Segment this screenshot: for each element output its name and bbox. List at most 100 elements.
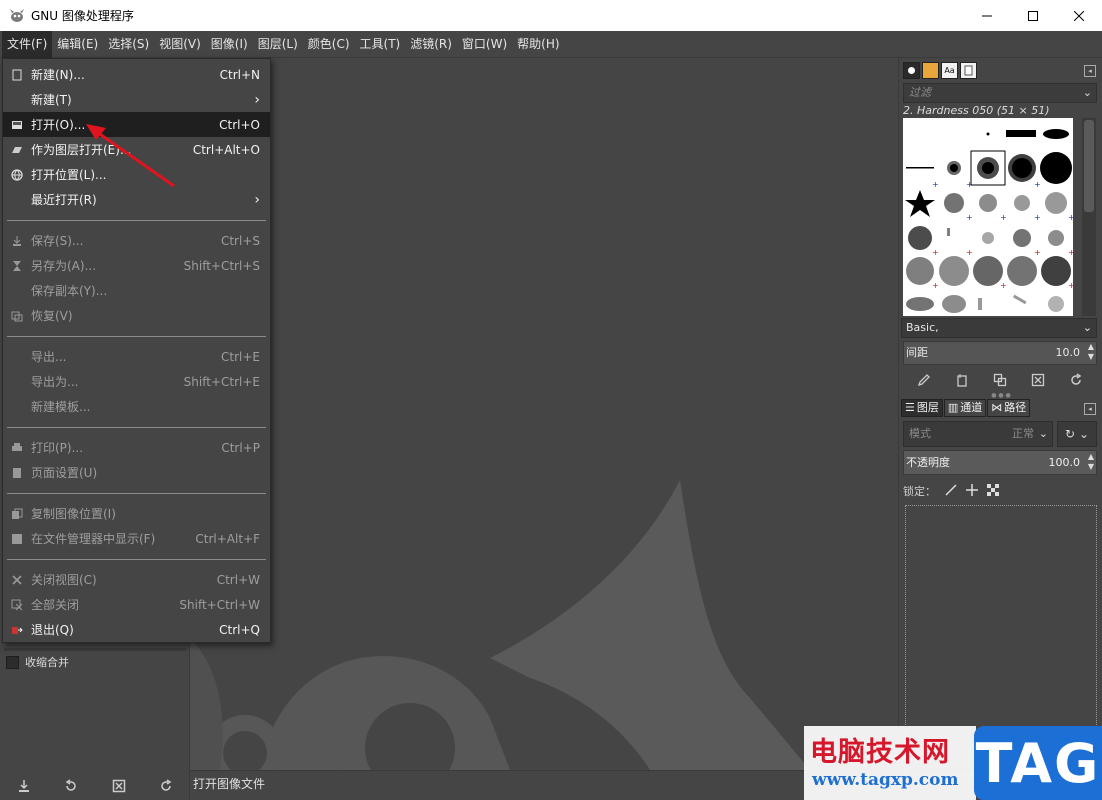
menu-item-4[interactable]: 图像(I): [206, 31, 253, 58]
brushes-tab[interactable]: [903, 62, 920, 79]
patterns-tab[interactable]: [922, 62, 939, 79]
file-menu-item-1-3[interactable]: 恢复(V): [3, 303, 270, 328]
file-menu-item-5-0[interactable]: 关闭视图(C) Ctrl+W: [3, 567, 270, 592]
svg-text:+: +: [966, 213, 973, 222]
file-menu-item-5-2[interactable]: 退出(Q) Ctrl+Q: [3, 617, 270, 642]
file-menu-item-0-0[interactable]: 新建(N)... Ctrl+N: [3, 62, 270, 87]
reset-tool-preset-icon[interactable]: [155, 775, 177, 797]
menu-item-shortcut: Ctrl+Alt+O: [192, 142, 260, 157]
svg-text:+: +: [1068, 213, 1073, 222]
file-menu-item-5-1[interactable]: 全部关闭 Shift+Ctrl+W: [3, 592, 270, 617]
chevron-down-icon: ⌄: [1038, 427, 1048, 440]
copy-location-icon: [10, 507, 24, 521]
menu-item-9[interactable]: 窗口(W): [457, 31, 512, 58]
opacity-value: 100.0: [1048, 456, 1081, 469]
merge-label: 收缩合并: [25, 656, 69, 669]
new-brush-icon[interactable]: [951, 369, 973, 391]
brush-scrollbar[interactable]: [1082, 118, 1096, 316]
restore-tool-preset-icon[interactable]: [60, 775, 82, 797]
menu-item-label: 打印(P)...: [31, 441, 84, 455]
file-menu-item-0-5[interactable]: 最近打开(R) ›: [3, 187, 270, 212]
menu-item-6[interactable]: 颜色(C): [303, 31, 355, 58]
merge-checkbox[interactable]: [6, 655, 19, 669]
merge-row[interactable]: 收缩合并: [6, 654, 69, 670]
fonts-tab[interactable]: Aa: [941, 62, 958, 79]
tab-paths[interactable]: ⋈ 路径: [987, 399, 1031, 417]
brush-filter-input[interactable]: 过滤 ⌄: [903, 83, 1097, 103]
document-history-tab[interactable]: [960, 62, 977, 79]
menu-item-shortcut: Ctrl+S: [220, 233, 260, 248]
lock-pixels-icon[interactable]: [945, 483, 957, 499]
layer-mode-select[interactable]: 模式 正常 ⌄: [903, 421, 1053, 447]
quit-icon: [10, 623, 24, 637]
menu-item-label: 新建(T): [31, 93, 72, 107]
menu-item-7[interactable]: 工具(T): [355, 31, 406, 58]
menu-item-0[interactable]: 文件(F): [2, 30, 53, 58]
file-manager-icon: [10, 532, 24, 546]
save-tool-preset-icon[interactable]: [13, 775, 35, 797]
menu-item-label: 保存(S)...: [31, 234, 84, 248]
gimp-app-icon: [9, 8, 25, 24]
spin-arrows-icon[interactable]: ▲ ▼: [1088, 452, 1094, 472]
brush-spacing-slider[interactable]: 间距 10.0 ▲ ▼: [903, 341, 1097, 365]
watermark-url: www.tagxp.com: [812, 770, 959, 790]
file-menu-item-2-0[interactable]: 导出... Ctrl+E: [3, 344, 270, 369]
file-menu-item-3-0[interactable]: 打印(P)... Ctrl+P: [3, 435, 270, 460]
brushes-panel-menu-icon[interactable]: ◂: [1084, 65, 1096, 77]
minimize-button[interactable]: [964, 0, 1010, 31]
wilber-background-graphic: [190, 480, 810, 770]
menu-item-5[interactable]: 图层(L): [253, 31, 303, 58]
delete-tool-preset-icon[interactable]: [108, 775, 130, 797]
menu-item-1[interactable]: 编辑(E): [52, 31, 103, 58]
menu-item-2[interactable]: 选择(S): [103, 31, 154, 58]
paths-icon: ⋈: [991, 401, 1003, 414]
menu-item-10[interactable]: 帮助(H): [512, 31, 564, 58]
close-button[interactable]: [1056, 0, 1102, 31]
file-menu-item-1-0[interactable]: 保存(S)... Ctrl+S: [3, 228, 270, 253]
menu-item-8[interactable]: 滤镜(R): [405, 31, 457, 58]
dock-separator-handle[interactable]: ● ● ●: [899, 392, 1102, 399]
composite-mode-button[interactable]: ↻ ⌄: [1057, 421, 1097, 447]
delete-brush-icon[interactable]: [1027, 369, 1049, 391]
file-menu-item-4-1[interactable]: 在文件管理器中显示(F) Ctrl+Alt+F: [3, 526, 270, 551]
file-menu-item-2-2[interactable]: 新建模板...: [3, 394, 270, 419]
file-menu-item-0-1[interactable]: 新建(T) ›: [3, 87, 270, 112]
menu-item-label: 导出...: [31, 350, 67, 364]
menu-item-label: 恢复(V): [31, 309, 73, 323]
globe-icon: [10, 168, 24, 182]
status-bar: 打开图像文件: [190, 770, 898, 800]
file-menu-item-4-0[interactable]: 复制图像位置(I): [3, 501, 270, 526]
edit-brush-icon[interactable]: [913, 369, 935, 391]
revert-icon: [10, 309, 24, 323]
selected-brush-name: 2. Hardness 050 (51 × 51): [903, 104, 1050, 117]
duplicate-brush-icon[interactable]: [989, 369, 1011, 391]
image-canvas[interactable]: [190, 58, 898, 770]
gimp-window: GNU 图像处理程序 文件(F) 编辑(E) 选择(S) 视图(V) 图像(I) 图层(L…: [0, 0, 1102, 800]
maximize-button[interactable]: [1010, 0, 1056, 31]
menu-item-label: 关闭视图(C): [31, 573, 97, 587]
menu-separator: [3, 551, 270, 567]
file-menu-item-2-1[interactable]: 导出为... Shift+Ctrl+E: [3, 369, 270, 394]
brush-preset-select[interactable]: Basic, ⌄: [901, 318, 1097, 338]
svg-text:+: +: [1068, 281, 1073, 290]
menu-separator: [3, 419, 270, 435]
menu-item-shortcut: Ctrl+W: [216, 572, 260, 587]
layers-panel-menu-icon[interactable]: ◂: [1084, 403, 1096, 415]
menu-item-3[interactable]: 视图(V): [154, 31, 206, 58]
lock-alpha-icon[interactable]: [987, 483, 999, 499]
layer-opacity-slider[interactable]: 不透明度 100.0 ▲ ▼: [903, 450, 1097, 475]
chevron-down-icon: ⌄: [1082, 86, 1092, 99]
refresh-brushes-icon[interactable]: [1065, 369, 1087, 391]
spin-arrows-icon[interactable]: ▲ ▼: [1088, 342, 1094, 362]
menu-item-label: 退出(Q): [31, 623, 74, 637]
svg-text:+: +: [1000, 281, 1007, 290]
file-menu-item-1-2[interactable]: 保存副本(Y)...: [3, 278, 270, 303]
brush-grid[interactable]: + + + + + + + + + + + + + +: [903, 118, 1073, 316]
watermark: 电脑技术网 www.tagxp.com TAG: [804, 726, 1102, 800]
file-menu-item-1-1[interactable]: 另存为(A)... Shift+Ctrl+S: [3, 253, 270, 278]
lock-position-icon[interactable]: [966, 483, 978, 499]
file-menu-item-3-1[interactable]: 页面设置(U): [3, 460, 270, 485]
tab-channels[interactable]: ▥ 通道: [943, 399, 987, 417]
tab-layers[interactable]: ☰ 图层: [901, 399, 943, 417]
chevron-right-icon: ›: [254, 91, 260, 108]
